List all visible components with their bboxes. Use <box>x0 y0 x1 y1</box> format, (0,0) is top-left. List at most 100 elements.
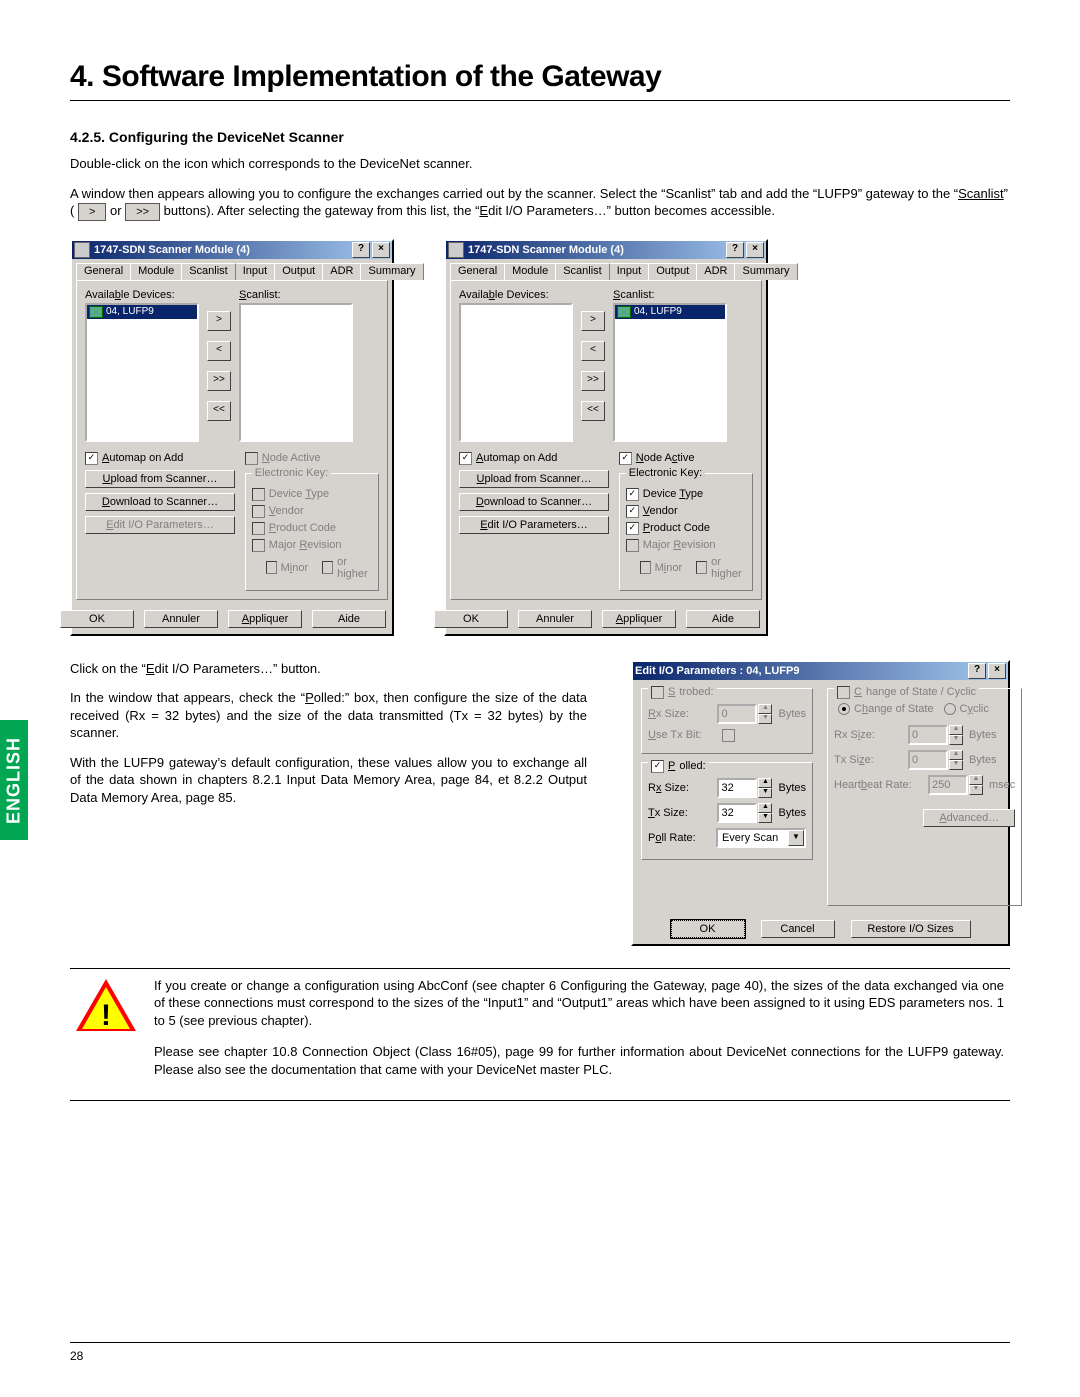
footer-rule <box>70 1342 1010 1343</box>
scanlist-label: Scanlist: <box>239 289 353 301</box>
window-title: 1747-SDN Scanner Module (4) <box>94 244 250 256</box>
add-all-button[interactable]: >> <box>581 371 605 391</box>
titlebar: 1747-SDN Scanner Module (4) ? × <box>446 241 766 259</box>
scanlist-list[interactable]: 04, LUFP9 <box>613 303 727 442</box>
upload-button[interactable]: Upload from Scanner… <box>85 470 235 488</box>
majrev-checkbox: Major Revision <box>626 539 746 552</box>
list-item[interactable]: 04, LUFP9 <box>87 305 197 319</box>
download-button[interactable]: Download to Scanner… <box>85 493 235 511</box>
tab-input[interactable]: Input <box>235 263 275 280</box>
tab-output[interactable]: Output <box>274 263 323 280</box>
cancel-button[interactable]: Annuler <box>518 610 592 628</box>
help-icon[interactable]: ? <box>726 242 744 258</box>
cancel-button[interactable]: Cancel <box>761 920 835 938</box>
restore-button[interactable]: Restore I/O Sizes <box>851 920 971 938</box>
cos-radio: Change of State <box>838 703 934 715</box>
polled-tx-input[interactable]: 32 <box>717 803 757 823</box>
window-title: Edit I/O Parameters : 04, LUFP9 <box>635 665 799 677</box>
tab-adr[interactable]: ADR <box>322 263 361 280</box>
cos-group: Change of State / Cyclic Change of State… <box>827 688 1022 906</box>
download-button[interactable]: Download to Scanner… <box>459 493 609 511</box>
warning-icon: ! <box>76 977 136 1033</box>
scanlist-list[interactable] <box>239 303 353 442</box>
titlebar: Edit I/O Parameters : 04, LUFP9 ? × <box>633 662 1008 680</box>
automap-checkbox[interactable]: ✓Automap on Add <box>85 452 237 465</box>
prodcode-checkbox[interactable]: ✓Product Code <box>626 522 746 535</box>
intro-text-3: or <box>106 203 125 218</box>
remove-button[interactable]: < <box>581 341 605 361</box>
section-heading: 4.2.5. Configuring the DeviceNet Scanner <box>70 129 1010 145</box>
close-icon[interactable]: × <box>372 242 390 258</box>
strobed-group: Strobed: Rx Size: 0▲▼ Bytes Use Tx Bit: <box>641 688 813 754</box>
help-button[interactable]: Aide <box>312 610 386 628</box>
remove-all-button[interactable]: << <box>207 401 231 421</box>
devtype-checkbox[interactable]: ✓Device Type <box>626 488 746 501</box>
help-button[interactable]: Aide <box>686 610 760 628</box>
add-button[interactable]: > <box>581 311 605 331</box>
available-list[interactable] <box>459 303 573 442</box>
intro-text-5: ” button becomes accessible. <box>607 203 775 218</box>
tab-general[interactable]: General <box>450 263 505 280</box>
apply-button[interactable]: Appliquer <box>228 610 302 628</box>
help-icon[interactable]: ? <box>352 242 370 258</box>
tab-scanlist[interactable]: Scanlist <box>181 263 236 280</box>
tab-output[interactable]: Output <box>648 263 697 280</box>
tab-scanlist[interactable]: Scanlist <box>555 263 610 280</box>
scanner-dialog-after: 1747-SDN Scanner Module (4) ? × General … <box>444 239 768 636</box>
strobed-rx: 0 <box>717 704 757 724</box>
vendor-checkbox[interactable]: ✓Vendor <box>626 505 746 518</box>
add-all-button[interactable]: >> <box>207 371 231 391</box>
dialog-tabs: General Module Scanlist Input Output ADR… <box>450 263 762 280</box>
page-title: 4. Software Implementation of the Gatewa… <box>70 60 1010 94</box>
ok-button[interactable]: OK <box>434 610 508 628</box>
tab-module[interactable]: Module <box>130 263 182 280</box>
editio-dialog: Edit I/O Parameters : 04, LUFP9 ? × Stro… <box>631 660 1010 946</box>
list-item[interactable]: 04, LUFP9 <box>615 305 725 319</box>
scanlist-underline: Scanlist <box>958 186 1004 201</box>
add-button[interactable]: > <box>207 311 231 331</box>
help-icon[interactable]: ? <box>968 663 986 679</box>
device-icon <box>617 306 631 318</box>
available-list[interactable]: 04, LUFP9 <box>85 303 199 442</box>
tab-general[interactable]: General <box>76 263 131 280</box>
device-icon <box>89 306 103 318</box>
cyclic-radio: Cyclic <box>944 703 989 715</box>
polled-rx-input[interactable]: 32 <box>717 778 757 798</box>
ok-button[interactable]: OK <box>671 920 745 938</box>
title-rule <box>70 100 1010 101</box>
warning-paragraph-1: If you create or change a configuration … <box>154 977 1004 1030</box>
scanlist-label: Scanlist: <box>613 289 727 301</box>
close-icon[interactable]: × <box>746 242 764 258</box>
click-editio-paragraph: Click on the “Edit I/O Parameters…” butt… <box>70 660 587 678</box>
dialog-tabs: General Module Scanlist Input Output ADR… <box>76 263 388 280</box>
close-icon[interactable]: × <box>988 663 1006 679</box>
tab-input[interactable]: Input <box>609 263 649 280</box>
add-single-button-inline: > <box>78 203 106 221</box>
available-label: Available Devices: <box>459 289 573 301</box>
pollrate-combo[interactable]: Every Scan▼ <box>716 828 806 848</box>
editio-button[interactable]: Edit I/O Parameters… <box>459 516 609 534</box>
scanner-dialog-before: 1747-SDN Scanner Module (4) ? × General … <box>70 239 394 636</box>
polled-paragraph: In the window that appears, check the “P… <box>70 689 587 742</box>
polled-checkbox[interactable]: ✓Polled: <box>651 760 706 773</box>
language-tab: ENGLISH <box>0 720 28 840</box>
ok-button[interactable]: OK <box>60 610 134 628</box>
cancel-button[interactable]: Annuler <box>144 610 218 628</box>
tab-summary[interactable]: Summary <box>360 263 423 280</box>
tab-summary[interactable]: Summary <box>734 263 797 280</box>
automap-checkbox[interactable]: ✓Automap on Add <box>459 452 611 465</box>
tab-module[interactable]: Module <box>504 263 556 280</box>
apply-button[interactable]: Appliquer <box>602 610 676 628</box>
electronic-key-group: Electronic Key: Device Type Vendor Produ… <box>245 473 379 591</box>
node-active-checkbox[interactable]: ✓Node Active <box>619 452 753 465</box>
intro-text: A window then appears allowing you to co… <box>70 186 958 201</box>
upload-button[interactable]: Upload from Scanner… <box>459 470 609 488</box>
advanced-button: Advanced… <box>923 809 1015 827</box>
remove-all-button[interactable]: << <box>581 401 605 421</box>
tab-adr[interactable]: ADR <box>696 263 735 280</box>
warning-block: ! If you create or change a configuratio… <box>70 968 1010 1102</box>
polled-group: ✓Polled: Rx Size: 32▲▼ Bytes Tx Size: 32… <box>641 762 813 860</box>
intro-paragraph-1: Double-click on the icon which correspon… <box>70 155 1010 173</box>
default-paragraph: With the LUFP9 gateway’s default configu… <box>70 754 587 807</box>
remove-button[interactable]: < <box>207 341 231 361</box>
